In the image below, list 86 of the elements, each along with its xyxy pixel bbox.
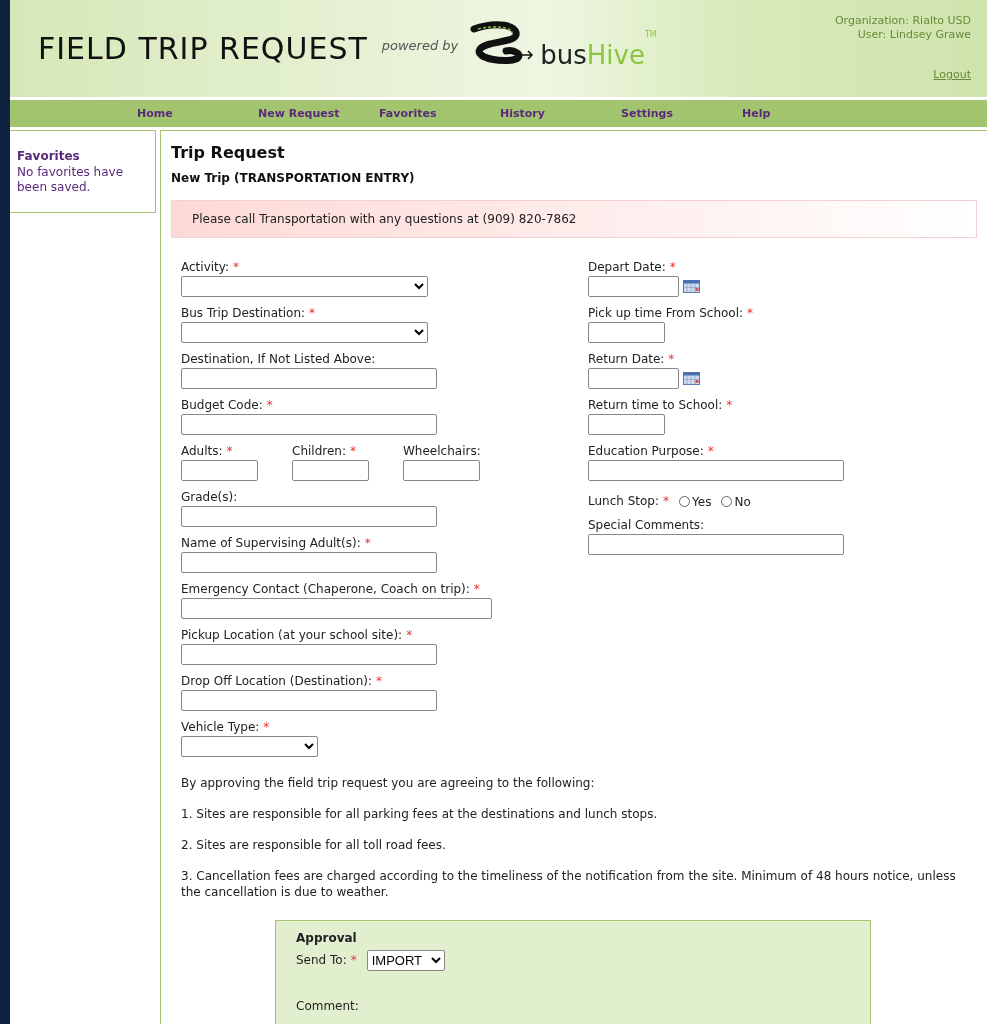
input-field[interactable]: [181, 690, 437, 711]
panel-title: Favorites: [17, 149, 81, 163]
dropdown[interactable]: [181, 736, 318, 757]
nav-link[interactable]: New Request: [258, 107, 379, 120]
input-field[interactable]: [588, 534, 844, 555]
app-title: FIELD TRIP REQUEST: [38, 31, 368, 66]
field-label: Send To:: [296, 952, 347, 968]
required-mark: *: [669, 260, 676, 275]
input-field[interactable]: [588, 460, 844, 481]
required-mark: *: [266, 398, 273, 413]
input-field[interactable]: [181, 552, 437, 573]
terms-text: 3. Cancellation fees are charged according to the timeliness of the notification from the site. Minimum of 48 hours notice, unless the cancellation is due to weather.: [181, 868, 957, 900]
field-label: Bus Trip Destination:: [181, 306, 306, 321]
field-label: Emergency Contact (Chaperone, Coach on trip):: [181, 582, 470, 597]
input-field[interactable]: [181, 460, 258, 481]
field-label: Name of Supervising Adult(s):: [181, 536, 361, 551]
nav-link[interactable]: History: [500, 107, 621, 120]
dropdown[interactable]: [181, 322, 428, 343]
field-label: Pick up time From School:: [588, 306, 744, 321]
radio-label: Yes: [692, 494, 712, 509]
field-label: Vehicle Type:: [181, 720, 260, 735]
empty-message: No favorites have been saved.: [17, 165, 125, 195]
field-label: Budget Code:: [181, 398, 263, 413]
field-label: Return time to School:: [588, 398, 723, 413]
logo-text: busHive: [540, 39, 645, 70]
dropdown[interactable]: [181, 276, 428, 297]
field-label: Grade(s):: [181, 490, 238, 505]
required-mark: *: [406, 628, 413, 643]
field-label: Wheelchairs:: [403, 444, 481, 459]
powered-by-text: powered by: [381, 38, 459, 53]
input-field[interactable]: [181, 598, 492, 619]
calendar-icon[interactable]: [683, 279, 700, 293]
required-mark: *: [473, 582, 480, 597]
required-mark: *: [376, 674, 383, 689]
required-mark: *: [309, 306, 316, 321]
calendar-icon[interactable]: [683, 371, 700, 385]
field-label: Return Date:: [588, 352, 665, 367]
field-label: Drop Off Location (Destination):: [181, 674, 373, 689]
nav-link[interactable]: Home: [137, 107, 258, 120]
required-mark: *: [668, 352, 675, 367]
input-field[interactable]: [588, 414, 665, 435]
input-field[interactable]: [292, 460, 369, 481]
input-field[interactable]: [181, 506, 437, 527]
field-label: Pickup Location (at your school site):: [181, 628, 403, 643]
trademark-mark: TM: [644, 30, 657, 39]
user-text: User: Lindsey Grawe: [857, 28, 971, 42]
required-mark: *: [233, 260, 240, 275]
send-to-dropdown[interactable]: IMPORT: [366, 950, 445, 971]
required-mark: *: [747, 306, 754, 321]
input-field[interactable]: [403, 460, 480, 481]
input-field[interactable]: [181, 368, 437, 389]
field-label: Adults:: [181, 444, 223, 459]
field-label: Activity:: [181, 260, 230, 275]
required-mark: *: [350, 444, 356, 459]
nav-link[interactable]: Help: [742, 107, 863, 120]
logout-link[interactable]: Logout: [933, 68, 971, 82]
date-field[interactable]: [588, 368, 679, 389]
required-mark: *: [663, 494, 670, 509]
page-title: Trip Request: [171, 143, 286, 162]
field-label: Education Purpose:: [588, 444, 704, 459]
required-mark: *: [364, 536, 371, 551]
required-mark: *: [707, 444, 714, 459]
date-field[interactable]: [588, 276, 679, 297]
terms-text: By approving the field trip request you are agreeing to the following:: [181, 775, 596, 791]
nav-link[interactable]: Favorites: [379, 107, 500, 120]
required-mark: *: [350, 952, 357, 968]
field-label: Depart Date:: [588, 260, 666, 275]
field-label: Special Comments:: [588, 518, 705, 533]
nav-link[interactable]: Settings: [621, 107, 742, 120]
radio-label: No: [734, 494, 751, 509]
input-field[interactable]: [588, 322, 665, 343]
terms-text: 1. Sites are responsible for all parking fees at the destinations and lunch stops.: [181, 806, 659, 822]
organization-text: Organization: Rialto USD: [834, 14, 971, 28]
notice-banner: Please call Transportation with any questions at (909) 820-7862: [171, 200, 977, 238]
input-field[interactable]: [181, 644, 437, 665]
required-mark: *: [226, 444, 233, 459]
field-label: Children:: [292, 444, 346, 459]
required-mark: *: [263, 720, 270, 735]
page-subtitle: New Trip (TRANSPORTATION ENTRY): [171, 171, 416, 185]
required-mark: *: [726, 398, 733, 413]
field-label: Comment:: [296, 999, 360, 1014]
approval-title: Approval: [296, 931, 358, 945]
field-label: Destination, If Not Listed Above:: [181, 352, 376, 367]
input-field[interactable]: [181, 414, 437, 435]
terms-text: 2. Sites are responsible for all toll road fees.: [181, 837, 447, 853]
field-label: Lunch Stop:: [588, 494, 660, 509]
